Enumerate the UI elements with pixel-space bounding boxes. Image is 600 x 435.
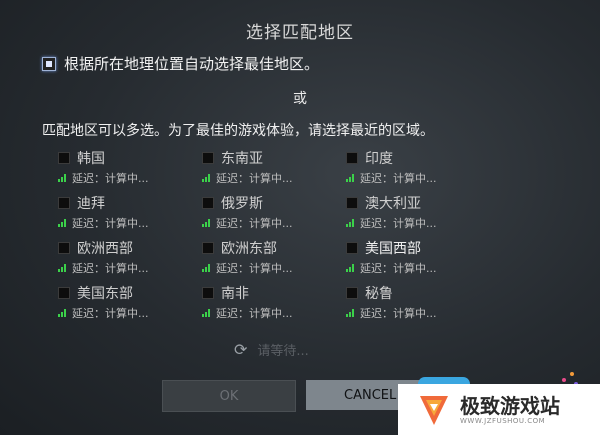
region-item-europe-west[interactable]: 欧洲西部 延迟：计算中...	[58, 238, 198, 278]
region-name: 秘鲁	[365, 286, 393, 302]
region-checkbox[interactable]	[346, 152, 358, 164]
signal-icon	[346, 309, 355, 317]
signal-icon	[346, 174, 355, 182]
region-latency: 延迟：计算中...	[72, 262, 149, 275]
region-name: 印度	[365, 151, 393, 167]
region-item-russia[interactable]: 俄罗斯 延迟：计算中...	[202, 193, 342, 233]
auto-select-option[interactable]: 根据所在地理位置自动选择最佳地区。	[42, 53, 319, 74]
ok-button[interactable]: OK	[162, 380, 296, 412]
region-name: 迪拜	[77, 196, 105, 212]
region-latency: 延迟：计算中...	[216, 262, 293, 275]
watermark-banner: 极致游戏站 WWW.JZFUSHOU.COM	[398, 384, 600, 435]
region-latency: 延迟：计算中...	[216, 217, 293, 230]
region-item-australia[interactable]: 澳大利亚 延迟：计算中...	[346, 193, 486, 233]
region-latency: 延迟：计算中...	[360, 307, 437, 320]
region-checkbox[interactable]	[202, 242, 214, 254]
region-checkbox[interactable]	[58, 242, 70, 254]
or-separator: 或	[293, 91, 307, 107]
region-checkbox[interactable]	[346, 242, 358, 254]
site-logo-icon	[420, 395, 448, 425]
region-name: 南非	[221, 286, 249, 302]
multi-select-hint: 匹配地区可以多选。为了最佳的游戏体验，请选择最近的区域。	[42, 123, 434, 139]
signal-icon	[346, 219, 355, 227]
region-latency: 延迟：计算中...	[216, 172, 293, 185]
region-name: 欧洲西部	[77, 241, 133, 257]
signal-icon	[58, 174, 67, 182]
region-latency: 延迟：计算中...	[360, 262, 437, 275]
region-checkbox[interactable]	[58, 152, 70, 164]
region-item-peru[interactable]: 秘鲁 延迟：计算中...	[346, 283, 486, 323]
region-item-us-west[interactable]: 美国西部 延迟：计算中...	[346, 238, 486, 278]
region-item-south-africa[interactable]: 南非 延迟：计算中...	[202, 283, 342, 323]
region-name: 澳大利亚	[365, 196, 421, 212]
region-latency: 延迟：计算中...	[72, 217, 149, 230]
signal-icon	[58, 264, 67, 272]
signal-icon	[202, 219, 211, 227]
watermark-url: WWW.JZFUSHOU.COM	[460, 416, 546, 425]
region-checkbox[interactable]	[202, 287, 214, 299]
region-checkbox[interactable]	[202, 197, 214, 209]
region-name: 东南亚	[221, 151, 263, 167]
region-checkbox[interactable]	[58, 287, 70, 299]
signal-icon	[202, 264, 211, 272]
region-item-india[interactable]: 印度 延迟：计算中...	[346, 148, 486, 188]
watermark-name: 极致游戏站	[460, 393, 560, 418]
region-checkbox[interactable]	[346, 197, 358, 209]
loading-indicator: ⟳ 请等待...	[234, 340, 309, 359]
signal-icon	[58, 309, 67, 317]
region-latency: 延迟：计算中...	[360, 172, 437, 185]
region-item-dubai[interactable]: 迪拜 延迟：计算中...	[58, 193, 198, 233]
region-name: 美国东部	[77, 286, 133, 302]
region-item-europe-east[interactable]: 欧洲东部 延迟：计算中...	[202, 238, 342, 278]
signal-icon	[202, 174, 211, 182]
region-latency: 延迟：计算中...	[360, 217, 437, 230]
region-name: 美国西部	[365, 241, 421, 257]
auto-select-label: 根据所在地理位置自动选择最佳地区。	[64, 55, 320, 73]
region-item-us-east[interactable]: 美国东部 延迟：计算中...	[58, 283, 198, 323]
signal-icon	[202, 309, 211, 317]
region-checkbox[interactable]	[346, 287, 358, 299]
signal-icon	[58, 219, 67, 227]
region-item-southeast-asia[interactable]: 东南亚 延迟：计算中...	[202, 148, 342, 188]
region-name: 欧洲东部	[221, 241, 277, 257]
region-checkbox[interactable]	[58, 197, 70, 209]
region-name: 俄罗斯	[221, 196, 263, 212]
auto-select-checkbox[interactable]	[42, 56, 56, 71]
region-item-korea[interactable]: 韩国 延迟：计算中...	[58, 148, 198, 188]
signal-icon	[346, 264, 355, 272]
dialog-title: 选择匹配地区	[246, 23, 354, 43]
refresh-icon: ⟳	[234, 340, 248, 359]
region-latency: 延迟：计算中...	[72, 307, 149, 320]
region-latency: 延迟：计算中...	[72, 172, 149, 185]
region-latency: 延迟：计算中...	[216, 307, 293, 320]
region-name: 韩国	[77, 151, 105, 167]
region-checkbox[interactable]	[202, 152, 214, 164]
wait-text: 请等待...	[257, 344, 309, 359]
